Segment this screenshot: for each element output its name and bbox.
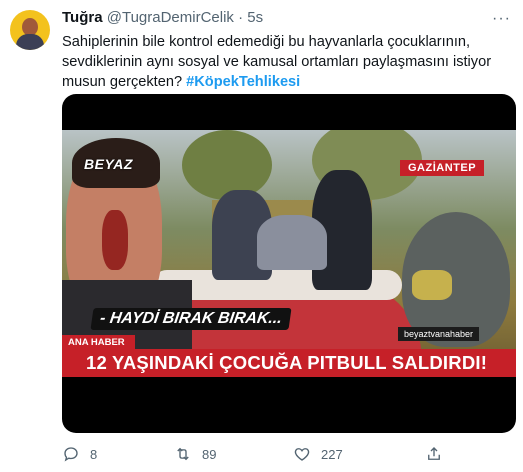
reply-icon [64,447,78,462]
user-handle[interactable]: @TugraDemirCelik [107,9,234,26]
headline-text: 12 YAŞINDAKİ ÇOCUĞA PITBULL SALDIRDI! [86,352,488,373]
dog-collar [412,270,452,300]
share-button[interactable] [425,445,443,463]
action-bar: 8 89 227 [62,445,508,465]
tweet[interactable]: Tuğra @TugraDemirCelik · 5s ··· Sahipler… [0,0,523,472]
tree [182,130,272,200]
quote-caption: - HAYDİ BIRAK BIRAK... [90,308,292,330]
like-button[interactable]: 227 [293,445,343,463]
tweet-media[interactable]: BEYAZ GAZİANTEP - HAYDİ BIRAK BIRAK... b… [62,94,516,433]
like-count: 227 [321,446,343,462]
retweet-count: 89 [202,446,217,462]
like-icon [294,448,310,461]
display-name[interactable]: Tuğra [62,9,103,26]
location-tag: GAZİANTEP [400,160,485,176]
tweet-text: Sahiplerinin bile kontrol edemediği bu h… [62,32,508,92]
avatar-body [16,34,44,50]
reply-button[interactable]: 8 [62,445,97,463]
tweet-time[interactable]: 5s [247,9,263,26]
wound [102,210,128,270]
retweet-button[interactable]: 89 [174,445,216,463]
hashtag-link[interactable]: #KöpekTehlikesi [186,74,300,90]
tweet-header: Tuğra @TugraDemirCelik · 5s [62,9,263,26]
avatar[interactable] [10,10,50,50]
channel-logo: BEYAZ [84,156,133,172]
share-icon [428,447,440,460]
reply-count: 8 [90,446,98,462]
person [257,215,327,270]
more-options-icon[interactable]: ··· [492,10,511,28]
retweet-icon [177,447,189,461]
source-tag: beyaztvanahaber [398,327,480,341]
separator-dot: · [238,9,244,26]
